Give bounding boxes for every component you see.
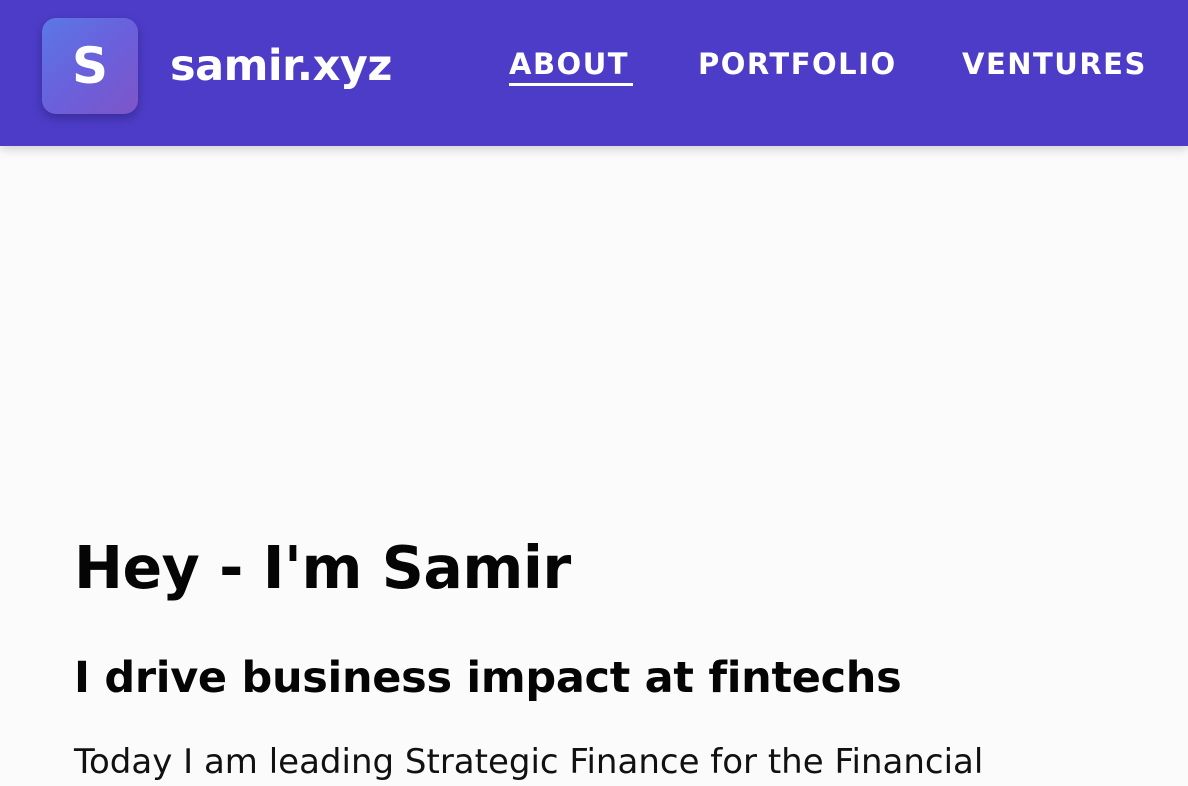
intro-paragraph: Today I am leading Strategic Finance for… <box>74 742 984 782</box>
logo-badge[interactable]: S <box>42 18 138 114</box>
nav-link-ventures[interactable]: VENTURES <box>962 44 1150 84</box>
main-content: Hey - I'm Samir I drive business impact … <box>74 146 1134 782</box>
site-name-link[interactable]: samir.xyz <box>170 36 392 96</box>
top-navbar: S samir.xyz ABOUT PORTFOLIO VENTURES <box>0 0 1188 146</box>
page-tagline: I drive business impact at fintechs <box>74 653 902 703</box>
page-greeting: Hey - I'm Samir <box>74 534 571 602</box>
nav-link-about[interactable]: ABOUT <box>509 44 633 86</box>
nav-link-portfolio[interactable]: PORTFOLIO <box>698 44 897 84</box>
